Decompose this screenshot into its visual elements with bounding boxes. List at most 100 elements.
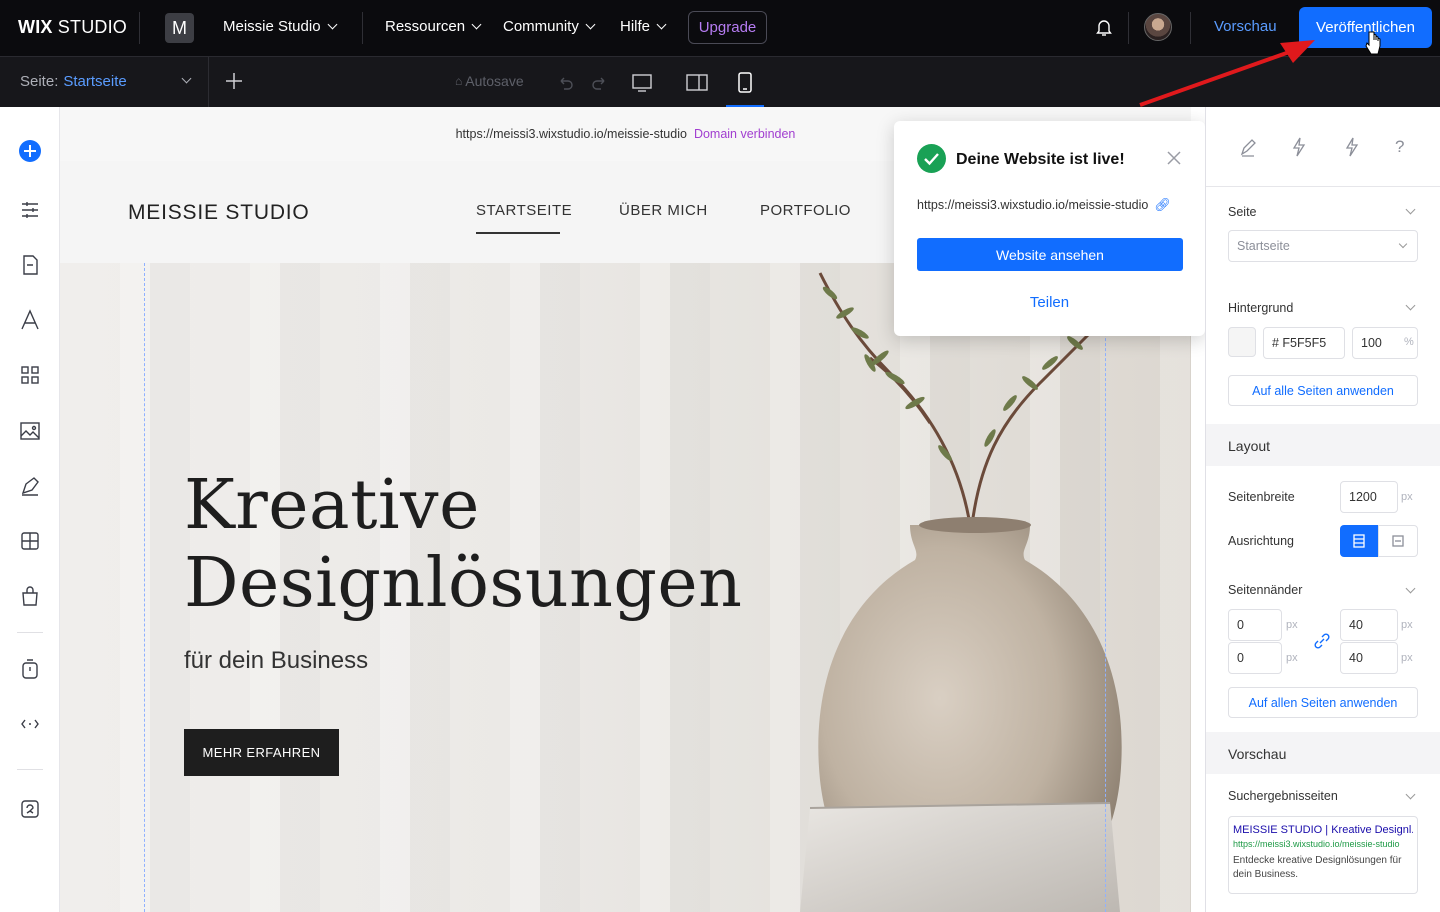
section-guide-left <box>144 263 145 912</box>
px-unit: px <box>1401 619 1413 631</box>
chevron-down-icon[interactable] <box>1405 204 1416 215</box>
chevron-down-icon <box>656 19 667 30</box>
mobile-view-icon[interactable] <box>733 71 757 95</box>
chevron-down-icon[interactable] <box>181 73 192 84</box>
align-stretch-icon[interactable] <box>1378 525 1418 557</box>
bg-hex-input[interactable]: # F5F5F5 <box>1263 327 1345 359</box>
serp-description: Entdecke kreative Designlösungen für dei… <box>1233 855 1402 880</box>
lock-icon: ⌂ <box>455 74 463 88</box>
chevron-down-icon[interactable] <box>1405 789 1416 800</box>
chevron-down-icon <box>471 19 482 30</box>
page-dropdown[interactable]: Startseite <box>1228 230 1418 262</box>
add-page-icon[interactable] <box>225 72 243 95</box>
apps-grid-icon[interactable] <box>17 362 43 388</box>
share-button[interactable]: Teilen <box>894 294 1205 311</box>
site-published-popup: Deine Website ist live! https://meissi3.… <box>894 121 1205 336</box>
design-pencil-icon[interactable] <box>1239 137 1257 162</box>
code-icon[interactable] <box>17 711 43 737</box>
active-nav-underline <box>476 232 560 234</box>
widget-icon[interactable] <box>17 656 43 682</box>
nav-startseite[interactable]: STARTSEITE <box>476 202 572 219</box>
serp-title: MEISSIE STUDIO | Kreative Designl... <box>1233 824 1413 836</box>
layout-tools-icon[interactable] <box>17 528 43 554</box>
hero-section[interactable]: Kreative Designlösungen für dein Busines… <box>60 263 1191 912</box>
site-switcher[interactable]: Meissie Studio <box>223 18 337 35</box>
chevron-down-icon[interactable] <box>1405 583 1416 594</box>
margin-left-input[interactable]: 40 <box>1340 642 1398 674</box>
apply-margins-all-pages-button[interactable]: Auf allen Seiten anwenden <box>1228 687 1418 718</box>
page-prefix: Seite: <box>20 73 59 90</box>
menu-community[interactable]: Community <box>503 18 596 35</box>
external-link-icon[interactable]: 🔗︎ <box>1154 197 1171 213</box>
annotation-arrow <box>1139 40 1315 107</box>
search-result-preview: MEISSIE STUDIO | Kreative Designl... htt… <box>1228 816 1418 894</box>
apply-bg-all-pages-button[interactable]: Auf alle Seiten anwenden <box>1228 375 1418 406</box>
seite-label: Seite <box>1228 205 1257 219</box>
hintergrund-label: Hintergrund <box>1228 301 1294 315</box>
view-website-button[interactable]: Website ansehen <box>917 238 1183 271</box>
vase-image <box>800 272 1122 912</box>
animation-icon[interactable] <box>1343 137 1359 162</box>
bell-icon[interactable] <box>1093 16 1115 38</box>
typography-icon[interactable] <box>17 307 43 333</box>
media-icon[interactable] <box>17 418 43 444</box>
nav-portfolio[interactable]: PORTFOLIO <box>760 202 851 219</box>
seitenraender-label: Seitennänder <box>1228 583 1303 597</box>
design-pen-icon[interactable] <box>17 473 43 499</box>
interactions-bolt-icon[interactable] <box>1291 137 1307 162</box>
divider <box>17 769 43 770</box>
store-bag-icon[interactable] <box>17 583 43 609</box>
seitenbreite-label: Seitenbreite <box>1228 490 1295 504</box>
bg-color-swatch[interactable] <box>1228 327 1256 357</box>
undo-icon[interactable] <box>553 71 577 95</box>
serp-url: https://meissi3.wixstudio.io/meissie-stu… <box>1233 839 1400 849</box>
divider <box>139 12 140 44</box>
nav-ueber-mich[interactable]: ÜBER MICH <box>619 202 708 219</box>
wix-studio-logo[interactable]: WIX STUDIO <box>18 17 127 38</box>
page-width-input[interactable]: 1200 <box>1340 481 1398 513</box>
menu-hilfe[interactable]: Hilfe <box>620 18 667 35</box>
site-url: https://meissi3.wixstudio.io/meissie-stu… <box>455 127 687 141</box>
page-name: Startseite <box>63 73 127 90</box>
tablet-view-icon[interactable] <box>685 71 709 95</box>
hero-headline[interactable]: Kreative Designlösungen <box>184 467 742 623</box>
add-elements-icon[interactable] <box>17 138 43 164</box>
margin-right-input[interactable]: 40 <box>1340 609 1398 641</box>
section-guide-right <box>1105 263 1106 912</box>
help-question-icon[interactable]: ? <box>1395 137 1404 157</box>
inspector-panel: ? Seite Startseite Hintergrund # F5F5F5 … <box>1205 107 1440 912</box>
chevron-down-icon[interactable] <box>1405 300 1416 311</box>
mehr-erfahren-button[interactable]: MEHR ERFAHREN <box>184 729 339 776</box>
divider <box>1128 12 1129 44</box>
left-toolbar <box>0 107 60 912</box>
redo-icon[interactable] <box>588 71 612 95</box>
suchergebnis-label: Suchergebnisseiten <box>1228 789 1338 803</box>
close-icon[interactable] <box>1166 150 1182 171</box>
px-unit: px <box>1401 491 1413 503</box>
margin-bottom-input[interactable]: 0 <box>1228 642 1282 674</box>
autosave-status: ⌂ Autosave <box>455 73 524 89</box>
desktop-view-icon[interactable] <box>630 71 654 95</box>
connect-domain-link[interactable]: Domain verbinden <box>694 127 795 141</box>
vorschau-section-header[interactable]: Vorschau <box>1206 732 1440 774</box>
align-center-icon[interactable] <box>1340 525 1378 557</box>
page-selector[interactable]: Seite: Startseite <box>20 73 127 90</box>
menu-ressourcen[interactable]: Ressourcen <box>385 18 482 35</box>
chevron-down-icon <box>327 19 337 30</box>
hero-subheadline[interactable]: für dein Business <box>184 647 368 675</box>
px-unit: px <box>1401 652 1413 664</box>
percent-unit: % <box>1404 336 1414 348</box>
divider <box>362 12 363 44</box>
link-chain-icon[interactable] <box>1313 632 1331 655</box>
sections-icon[interactable] <box>17 197 43 223</box>
published-url[interactable]: https://meissi3.wixstudio.io/meissie-stu… <box>917 197 1171 213</box>
layout-section-header[interactable]: Layout <box>1206 424 1440 466</box>
margin-top-input[interactable]: 0 <box>1228 609 1282 641</box>
divider <box>17 632 43 633</box>
pages-icon[interactable] <box>17 252 43 278</box>
site-badge[interactable]: M <box>165 13 194 43</box>
popup-title: Deine Website ist live! <box>956 151 1125 168</box>
site-brand[interactable]: MEISSIE STUDIO <box>128 201 310 225</box>
upgrade-button[interactable]: Upgrade <box>688 11 767 44</box>
help-chat-icon[interactable] <box>17 796 43 822</box>
